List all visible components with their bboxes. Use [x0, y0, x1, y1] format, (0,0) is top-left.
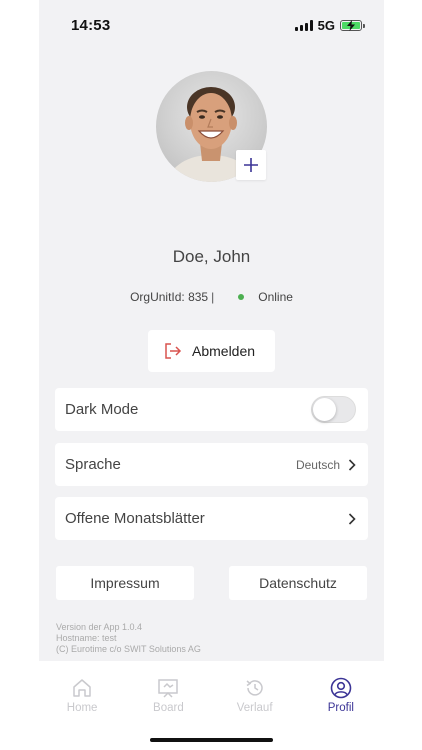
dark-mode-toggle[interactable] [311, 396, 356, 423]
user-name: Doe, John [172, 247, 251, 266]
language-row[interactable]: Sprache Deutsch [55, 443, 368, 486]
status-time: 14:53 [71, 17, 111, 34]
dark-mode-row: Dark Mode [55, 388, 368, 431]
tab-home-label: Home [66, 702, 98, 714]
tab-board-label: Board [153, 702, 184, 714]
dark-mode-label: Dark Mode [65, 401, 139, 418]
presence-status: Online [258, 290, 293, 304]
chevron-right-icon [348, 458, 356, 471]
history-icon [246, 680, 263, 696]
tab-profile-label: Profil [327, 702, 354, 714]
logout-button[interactable]: Abmelden [148, 330, 275, 372]
chevron-right-icon [348, 512, 356, 525]
logout-label: Abmelden [192, 343, 256, 359]
tab-history-label: Verlauf [236, 702, 273, 714]
status-indicators: 5G [294, 18, 365, 33]
copyright: (C) Eurotime c/o SWIT Solutions AG [56, 644, 201, 654]
impressum-button[interactable]: Impressum [56, 566, 194, 600]
home-indicator [150, 738, 273, 742]
profile-screen: 14:53 5G Doe, John OrgUnitId: 835 | Onli… [39, 0, 384, 750]
home-icon [73, 679, 91, 697]
online-status-dot [238, 294, 245, 300]
open-sheets-label: Offene Monatsblätter [65, 510, 205, 527]
language-value: Deutsch [295, 457, 340, 472]
hostname: Hostname: test [56, 633, 117, 643]
datenschutz-button[interactable]: Datenschutz [229, 566, 367, 600]
open-sheets-row[interactable]: Offene Monatsblätter [55, 497, 368, 540]
org-status-row: OrgUnitId: 835 | Online [39, 290, 384, 304]
battery-icon [340, 20, 365, 31]
network-label: 5G [317, 18, 335, 33]
org-unit-id: OrgUnitId: 835 [130, 290, 209, 304]
version-info: Version der App 1.0.4 Hostname: test (C)… [56, 622, 201, 655]
tab-home[interactable]: Home [39, 677, 125, 750]
add-photo-button[interactable] [236, 150, 266, 180]
board-icon [158, 679, 179, 698]
signal-icon [294, 20, 313, 31]
tab-profile[interactable]: Profil [298, 677, 384, 750]
tab-bar: Home Board Verlauf Profil [39, 661, 384, 750]
org-separator: | [211, 290, 215, 304]
language-label: Sprache [65, 456, 121, 473]
profile-icon [330, 677, 352, 699]
plus-icon [244, 158, 258, 172]
logout-icon [165, 343, 182, 359]
app-version: Version der App 1.0.4 [56, 622, 143, 632]
